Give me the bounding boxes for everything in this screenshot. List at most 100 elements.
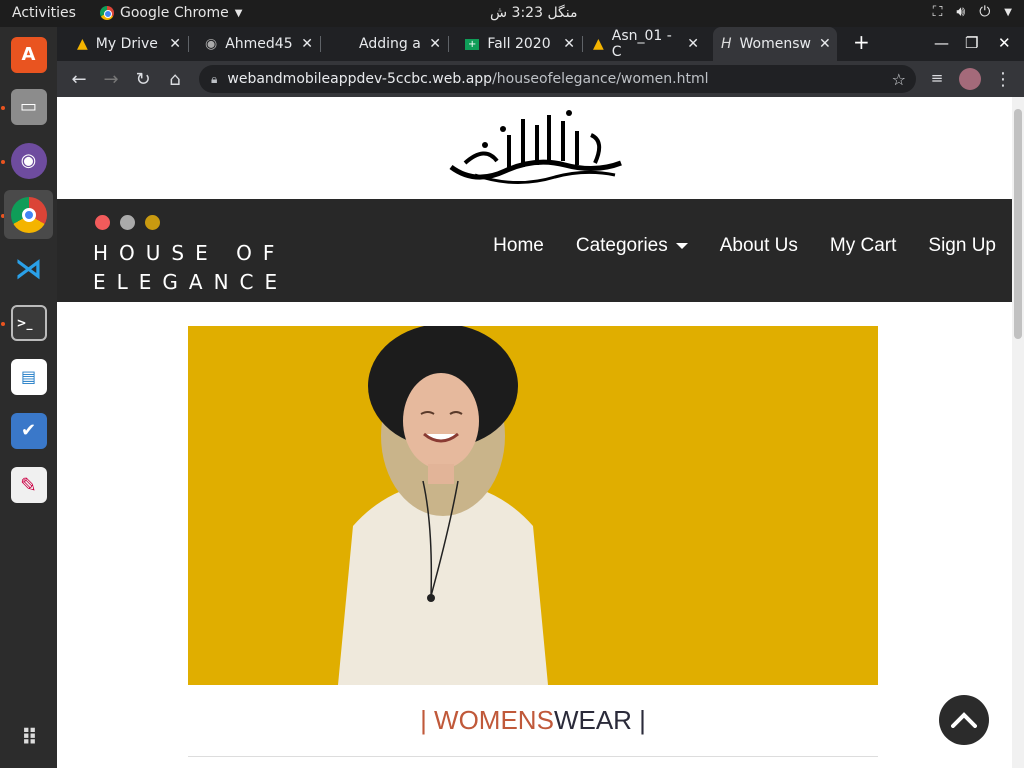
minimize-button[interactable]: — — [934, 34, 949, 52]
tab-label: Ahmed45 — [225, 36, 293, 52]
brand-line-1: HOUSE OF — [93, 241, 286, 265]
system-tray[interactable]: ⛶ 🔊︎ ⏻ ▼ — [933, 4, 1012, 20]
nav-links: Home Categories About Us My Cart Sign Up — [477, 235, 1012, 257]
site-navbar: HOUSE OF ELEGANCE Home Categories About … — [57, 199, 1012, 302]
lock-icon: 🔒︎ — [211, 71, 218, 86]
brand-logo[interactable]: HOUSE OF ELEGANCE — [93, 239, 288, 297]
browser-toolbar: ← → ↻ ⌂ 🔒︎ webandmobileappdev-5ccbc.web.… — [57, 61, 1024, 97]
gray-dot — [120, 215, 135, 230]
close-icon[interactable]: ✕ — [169, 36, 181, 52]
web-page: HOUSE OF ELEGANCE Home Categories About … — [57, 97, 1012, 768]
page-scrollbar[interactable] — [1012, 97, 1024, 768]
heading-accent: WOMENS — [434, 705, 554, 735]
google-drive-icon: ▲ — [77, 36, 88, 52]
tab-my-drive[interactable]: ▲ My Drive ✕ — [69, 27, 189, 61]
vscode-icon: ⋊ — [14, 252, 43, 285]
software-center-icon: A — [10, 36, 47, 73]
nav-my-cart[interactable]: My Cart — [814, 235, 913, 257]
red-dot — [95, 215, 110, 230]
volume-icon: 🔊︎ — [956, 4, 966, 20]
menu-kebab-icon[interactable]: ⋮ — [993, 69, 1013, 90]
chrome-icon — [10, 196, 47, 233]
woman-photo — [188, 326, 878, 685]
gold-dot — [145, 215, 160, 230]
github-icon: ◉ — [205, 36, 218, 52]
network-icon: ⛶ — [932, 4, 943, 20]
chrome-icon — [100, 6, 114, 20]
address-bar[interactable]: 🔒︎ webandmobileappdev-5ccbc.web.app /hou… — [199, 65, 916, 93]
close-icon[interactable]: ✕ — [819, 36, 831, 52]
close-icon[interactable]: ✕ — [429, 36, 441, 52]
app-menu[interactable]: Google Chrome ▼ — [100, 5, 242, 21]
site-h-icon: H — [721, 36, 732, 52]
close-icon[interactable]: ✕ — [301, 36, 313, 52]
nav-about-us[interactable]: About Us — [704, 235, 814, 257]
divider — [188, 756, 878, 757]
new-tab-button[interactable]: + — [853, 30, 870, 54]
grid-icon: ⠿ — [20, 726, 38, 751]
calligraphy-image — [449, 110, 622, 184]
tab-adding[interactable]: Adding a ✕ — [323, 27, 449, 61]
dock: A ▭ ◉ ⋊ >_ ▤ ✔ ✎ ⠿ — [0, 27, 57, 768]
heading-bar-left: | — [420, 705, 435, 735]
url-host: webandmobileappdev-5ccbc.web.app — [227, 71, 493, 87]
tab-label: My Drive — [95, 36, 158, 52]
tab-womenswear[interactable]: H Womensw ✕ — [713, 27, 837, 61]
chevron-down-icon: ▼ — [234, 7, 243, 19]
power-icon: ⏻ — [979, 4, 991, 20]
nav-sign-up[interactable]: Sign Up — [912, 235, 1012, 257]
tab-strip: ▲ My Drive ✕ ◉ Ahmed45 ✕ Adding a ✕ + Fa… — [57, 27, 1024, 61]
dock-github-desktop[interactable]: ◉ — [4, 136, 53, 185]
checkbox-icon: ✔ — [10, 412, 47, 449]
nav-home[interactable]: Home — [477, 235, 560, 257]
home-button[interactable]: ⌂ — [165, 69, 185, 90]
chevron-down-icon: ▼ — [1004, 6, 1012, 18]
dock-terminal[interactable]: >_ — [4, 298, 53, 347]
restore-button[interactable]: ❐ — [965, 34, 978, 52]
tab-fall-2020[interactable]: + Fall 2020 ✕ — [457, 27, 583, 61]
brand-line-2: ELEGANCE — [93, 270, 289, 294]
nav-categories[interactable]: Categories — [560, 235, 704, 257]
text-editor-icon: ✎ — [10, 466, 47, 503]
url-path: /houseofelegance/women.html — [492, 71, 709, 87]
bookmark-star-icon[interactable]: ☆ — [892, 70, 906, 89]
tab-asn-01[interactable]: ▲ Asn_01 - C ✕ — [585, 27, 707, 61]
media-control-icon[interactable]: ≡ — [927, 69, 947, 87]
bismillah-calligraphy — [57, 97, 1012, 199]
dock-software-center[interactable]: A — [4, 30, 53, 79]
show-applications-button[interactable]: ⠿ — [4, 714, 53, 763]
hero-image — [188, 326, 878, 685]
activities-button[interactable]: Activities — [12, 5, 76, 21]
tab-label: Asn_01 - C — [611, 28, 672, 60]
close-window-button[interactable]: ✕ — [998, 34, 1011, 52]
dock-libreoffice-impress[interactable]: ▤ — [4, 352, 53, 401]
google-drive-icon: ▲ — [593, 36, 604, 52]
system-top-bar: Activities Google Chrome ▼ منگل 3:23 ش ⛶… — [0, 0, 1024, 27]
dock-files[interactable]: ▭ — [4, 82, 53, 131]
files-icon: ▭ — [10, 88, 47, 125]
heading-rest: WEAR — [553, 705, 632, 735]
clock[interactable]: منگل 3:23 ش — [490, 5, 578, 21]
tab-label: Adding a — [359, 36, 421, 52]
app-menu-label: Google Chrome — [120, 5, 229, 21]
dock-text-editor[interactable]: ✎ — [4, 460, 53, 509]
chrome-window: ▲ My Drive ✕ ◉ Ahmed45 ✕ Adding a ✕ + Fa… — [57, 27, 1024, 768]
close-icon[interactable]: ✕ — [563, 36, 575, 52]
window-dots — [95, 215, 160, 230]
dock-chrome[interactable] — [4, 190, 53, 239]
tab-github[interactable]: ◉ Ahmed45 ✕ — [197, 27, 321, 61]
scroll-to-top-button[interactable] — [939, 695, 989, 745]
back-button[interactable]: ← — [69, 69, 89, 90]
forward-button[interactable]: → — [101, 69, 121, 90]
dock-tasks[interactable]: ✔ — [4, 406, 53, 455]
dock-vscode[interactable]: ⋊ — [4, 244, 53, 293]
tab-label: Womensw — [739, 36, 811, 52]
heading-bar-right: | — [631, 705, 646, 735]
tab-label: Fall 2020 — [487, 36, 551, 52]
reload-button[interactable]: ↻ — [133, 69, 153, 90]
close-icon[interactable]: ✕ — [687, 36, 699, 52]
scrollbar-thumb[interactable] — [1014, 109, 1022, 339]
google-sheets-icon: + — [465, 38, 480, 50]
caret-down-icon — [675, 243, 688, 249]
profile-avatar[interactable] — [959, 68, 981, 90]
